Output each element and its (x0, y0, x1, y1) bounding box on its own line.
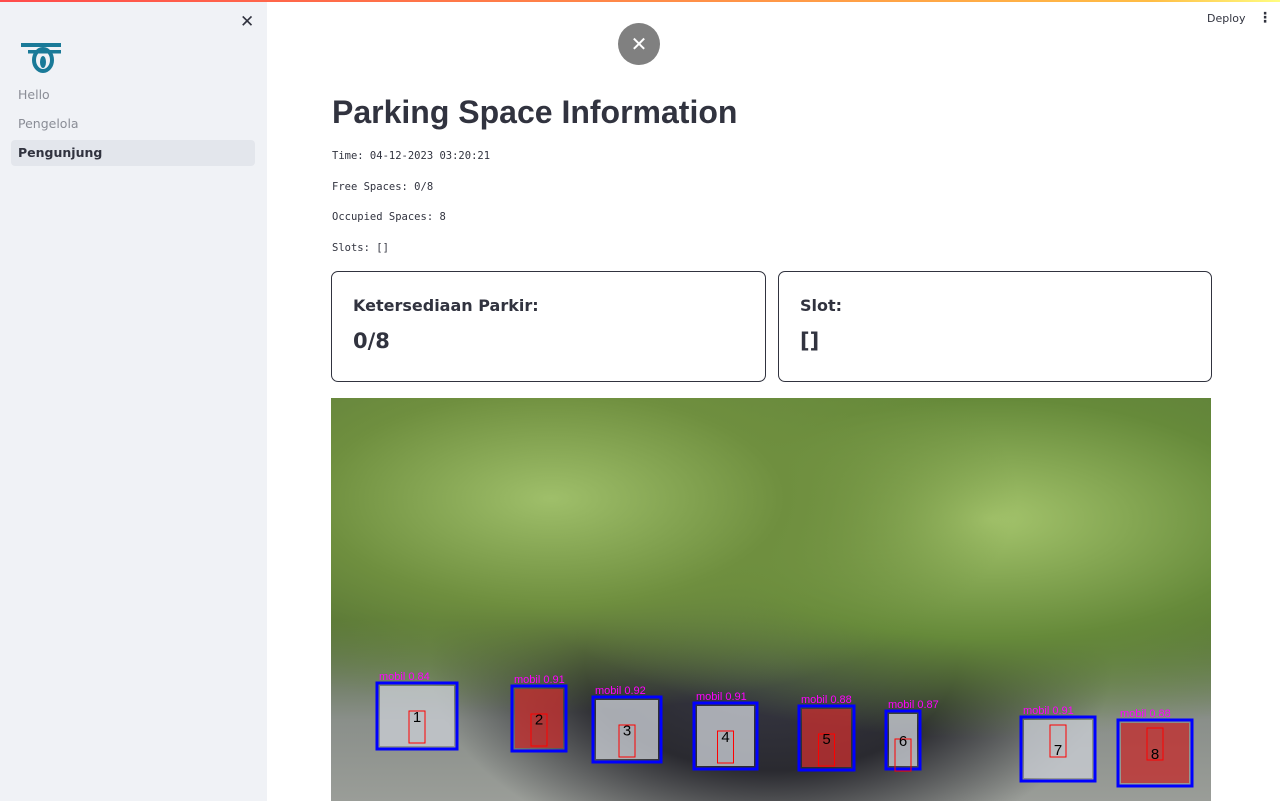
parking-camera-image: 1 mobil 0.84 2 mobil 0.91 3 mobil 0.92 4 mobil … (331, 398, 1211, 801)
availability-card: Ketersediaan Parkir: 0/8 (331, 271, 766, 382)
deploy-button[interactable]: Deploy (1207, 12, 1246, 25)
sidebar-item-hello[interactable]: Hello (11, 82, 255, 108)
time-text: Time: 04-12-2023 03:20:21 (332, 150, 491, 162)
detection-label: mobil 0.91 (696, 691, 747, 703)
free-spaces-text: Free Spaces: 0/8 (332, 181, 434, 193)
slot-number: 8 (1151, 746, 1159, 763)
close-button[interactable]: ✕ (618, 23, 660, 65)
detection-overlay: 1 mobil 0.84 2 mobil 0.91 3 mobil 0.92 4 mobil … (375, 671, 1194, 788)
slots-text: Slots: [] (332, 242, 389, 254)
close-sidebar-icon[interactable]: ✕ (240, 12, 254, 32)
detection-label: mobil 0.92 (595, 685, 646, 697)
logo-icon (21, 43, 61, 73)
detection-label: mobil 0.88 (801, 694, 852, 706)
slot-number: 4 (721, 729, 729, 746)
card-title: Slot: (800, 296, 843, 315)
occupied-spaces-text: Occupied Spaces: 8 (332, 211, 446, 223)
slot-number: 7 (1054, 742, 1062, 759)
detection-label: mobil 0.84 (379, 671, 430, 683)
card-title: Ketersediaan Parkir: (353, 296, 539, 315)
sidebar: ✕ Hello Pengelola Pengunjung (0, 2, 267, 801)
slot-number: 2 (535, 712, 543, 729)
detection-label: mobil 0.87 (888, 699, 939, 711)
slot-number: 5 (822, 731, 830, 748)
slot-number: 3 (623, 723, 631, 740)
detection-label: mobil 0.91 (514, 674, 565, 686)
slot-number: 1 (413, 709, 421, 726)
card-value: 0/8 (353, 329, 390, 353)
detection-label: mobil 0.88 (1120, 708, 1171, 720)
slot-card: Slot: [] (778, 271, 1212, 382)
sidebar-nav: Hello Pengelola Pengunjung (11, 82, 255, 169)
sidebar-item-pengunjung[interactable]: Pengunjung (11, 140, 255, 166)
more-menu-icon[interactable]: ⋮ (1258, 10, 1272, 26)
sidebar-item-pengelola[interactable]: Pengelola (11, 111, 255, 137)
page-title: Parking Space Information (332, 94, 738, 130)
card-value: [] (800, 329, 820, 353)
detection-label: mobil 0.91 (1023, 705, 1074, 717)
slot-number: 6 (899, 733, 907, 750)
